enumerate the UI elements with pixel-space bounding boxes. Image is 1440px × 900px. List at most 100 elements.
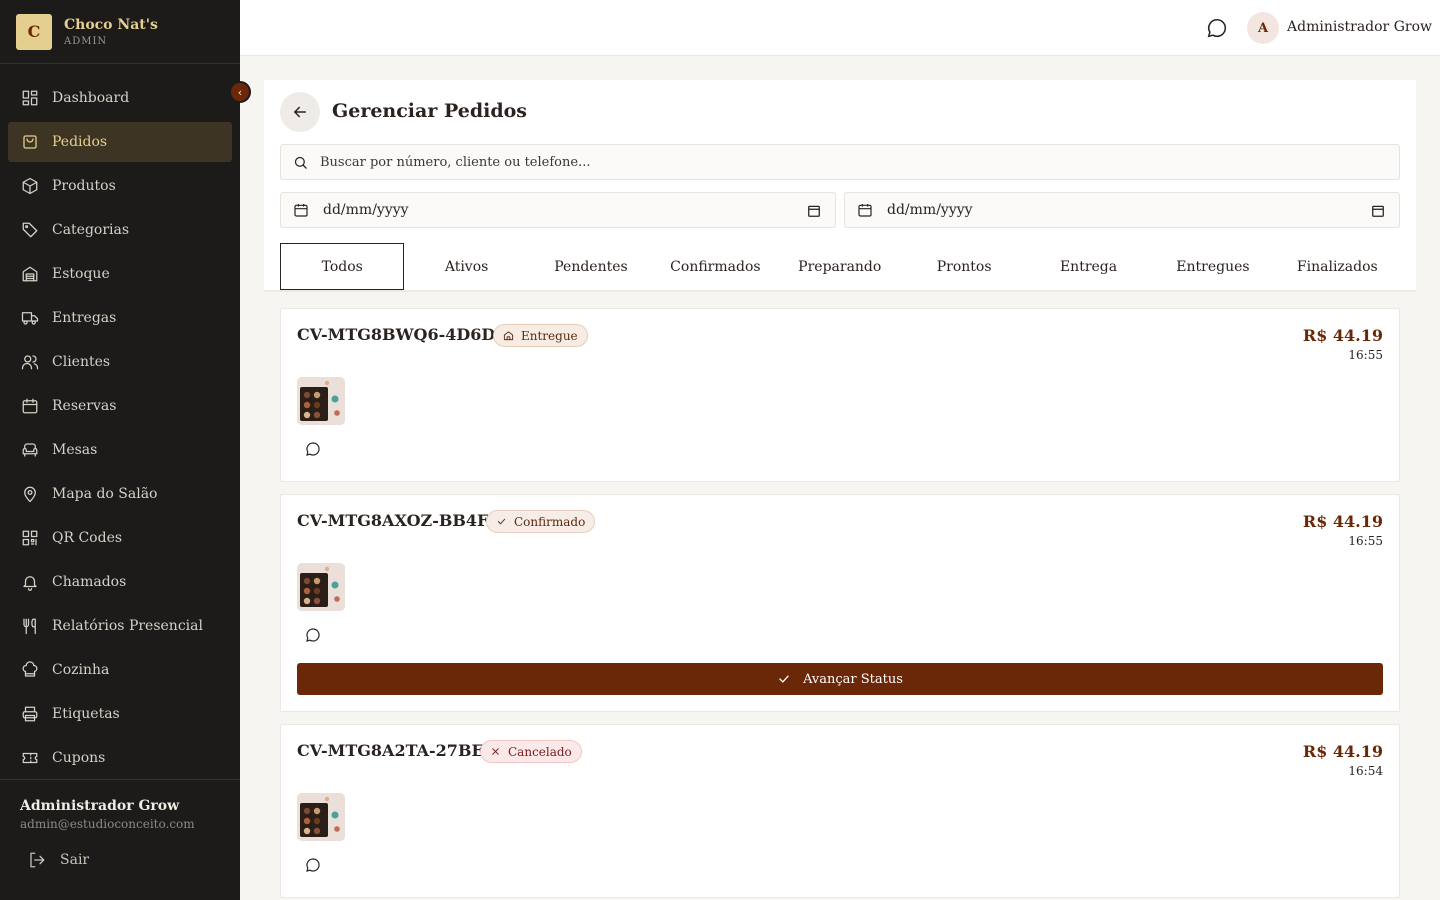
chat-icon[interactable] xyxy=(305,857,321,873)
chat-icon[interactable] xyxy=(305,627,321,643)
sidebar-item-mapa-do-salao[interactable]: Mapa do Salão xyxy=(8,474,232,514)
calendar-icon xyxy=(20,396,40,416)
sidebar-item-mesas[interactable]: Mesas xyxy=(8,430,232,470)
sidebar: C Choco Nat's ADMIN Dashboard Pedidos Pr… xyxy=(0,0,240,900)
order-time: 16:55 xyxy=(1348,348,1383,362)
truck-icon xyxy=(20,308,40,328)
sidebar-item-label: Categorias xyxy=(52,222,130,238)
sidebar-collapse-button[interactable]: ‹ xyxy=(229,81,251,103)
order-card[interactable]: CV-MTG8AXOZ-BB4F Confirmado R$ 44.19 16:… xyxy=(280,494,1400,712)
top-bar: A Administrador Grow xyxy=(240,0,1440,56)
check-icon xyxy=(497,518,506,525)
sidebar-item-qr-codes[interactable]: QR Codes xyxy=(8,518,232,558)
sidebar-nav: Dashboard Pedidos Produtos Categorias Es… xyxy=(8,78,232,782)
chat-icon[interactable] xyxy=(1206,17,1228,39)
logout-button[interactable]: Sair xyxy=(20,851,220,869)
product-thumbnail xyxy=(297,793,345,841)
sidebar-item-pedidos[interactable]: Pedidos xyxy=(8,122,232,162)
order-code: CV-MTG8A2TA-27BE xyxy=(297,741,484,760)
logout-label: Sair xyxy=(60,852,90,868)
brand-name: Choco Nat's xyxy=(64,16,158,33)
status-badge: Entregue xyxy=(493,324,588,347)
sidebar-item-label: Relatórios Presencial xyxy=(52,618,203,634)
sidebar-item-chamados[interactable]: Chamados xyxy=(8,562,232,602)
qr-code-icon xyxy=(20,528,40,548)
footer-user-email: admin@estudioconceito.com xyxy=(20,817,195,831)
calendar-picker-icon[interactable] xyxy=(807,204,821,218)
back-button[interactable] xyxy=(280,92,320,132)
check-icon xyxy=(779,675,789,683)
order-price: R$ 44.19 xyxy=(1302,742,1383,761)
utensils-icon xyxy=(20,616,40,636)
bell-icon xyxy=(20,572,40,592)
sidebar-item-categorias[interactable]: Categorias xyxy=(8,210,232,250)
sidebar-item-label: Entregas xyxy=(52,310,117,326)
brand[interactable]: C Choco Nat's ADMIN xyxy=(0,0,240,64)
sidebar-item-label: Clientes xyxy=(52,354,111,370)
search-icon xyxy=(294,156,307,169)
tab-ativos[interactable]: Ativos xyxy=(404,243,528,290)
sidebar-item-label: QR Codes xyxy=(52,530,123,546)
sidebar-item-label: Produtos xyxy=(52,178,116,194)
product-thumbnail xyxy=(297,377,345,425)
date-from-value: dd/mm/yyyy xyxy=(323,202,409,218)
page-title: Gerenciar Pedidos xyxy=(332,100,527,122)
sidebar-item-label: Cupons xyxy=(52,750,106,766)
printer-icon xyxy=(20,704,40,724)
order-code: CV-MTG8AXOZ-BB4F xyxy=(297,511,489,530)
sidebar-item-label: Dashboard xyxy=(52,90,130,106)
sidebar-item-entregas[interactable]: Entregas xyxy=(8,298,232,338)
footer-user-name: Administrador Grow xyxy=(20,798,180,814)
sidebar-item-label: Reservas xyxy=(52,398,117,414)
date-to-field[interactable]: dd/mm/yyyy xyxy=(844,192,1400,228)
tab-confirmados[interactable]: Confirmados xyxy=(653,243,777,290)
ticket-icon xyxy=(20,748,40,768)
sidebar-item-label: Mapa do Salão xyxy=(52,486,158,502)
calendar-icon xyxy=(857,202,873,218)
calendar-icon xyxy=(293,202,309,218)
tab-entregues[interactable]: Entregues xyxy=(1151,243,1275,290)
top-user-name[interactable]: Administrador Grow xyxy=(1287,19,1432,35)
date-from-field[interactable]: dd/mm/yyyy xyxy=(280,192,836,228)
users-icon xyxy=(20,352,40,372)
sidebar-item-estoque[interactable]: Estoque xyxy=(8,254,232,294)
order-time: 16:55 xyxy=(1348,534,1383,548)
calendar-picker-icon[interactable] xyxy=(1371,204,1385,218)
sidebar-item-label: Chamados xyxy=(52,574,127,590)
search-input[interactable] xyxy=(320,154,1320,170)
sidebar-item-etiquetas[interactable]: Etiquetas xyxy=(8,694,232,734)
avatar[interactable]: A xyxy=(1247,12,1279,44)
tab-preparando[interactable]: Preparando xyxy=(778,243,902,290)
sidebar-item-dashboard[interactable]: Dashboard xyxy=(8,78,232,118)
sidebar-item-cozinha[interactable]: Cozinha xyxy=(8,650,232,690)
sidebar-item-produtos[interactable]: Produtos xyxy=(8,166,232,206)
sofa-icon xyxy=(20,440,40,460)
chat-icon[interactable] xyxy=(305,441,321,457)
status-tabs: Todos Ativos Pendentes Confirmados Prepa… xyxy=(280,243,1400,290)
sidebar-item-cupons[interactable]: Cupons xyxy=(8,738,232,778)
x-icon xyxy=(492,748,499,755)
sidebar-item-label: Mesas xyxy=(52,442,98,458)
advance-status-button[interactable]: Avançar Status xyxy=(297,663,1383,695)
logout-icon xyxy=(30,852,45,868)
sidebar-item-label: Pedidos xyxy=(52,134,108,150)
sidebar-item-relatorios-presencial[interactable]: Relatórios Presencial xyxy=(8,606,232,646)
dashboard-icon xyxy=(20,88,40,108)
tab-pendentes[interactable]: Pendentes xyxy=(529,243,653,290)
tab-todos[interactable]: Todos xyxy=(280,243,405,290)
tab-entrega[interactable]: Entrega xyxy=(1026,243,1150,290)
sidebar-item-reservas[interactable]: Reservas xyxy=(8,386,232,426)
order-price: R$ 44.19 xyxy=(1302,512,1383,531)
tab-prontos[interactable]: Prontos xyxy=(902,243,1026,290)
tab-finalizados[interactable]: Finalizados xyxy=(1275,243,1399,290)
brand-subtitle: ADMIN xyxy=(64,35,108,47)
panel-divider xyxy=(264,290,1416,292)
search-box xyxy=(280,144,1400,180)
status-badge: Cancelado xyxy=(480,740,582,763)
warehouse-icon xyxy=(20,264,40,284)
shopping-bag-icon xyxy=(20,132,40,152)
status-badge: Confirmado xyxy=(486,510,596,533)
order-card[interactable]: CV-MTG8BWQ6-4D6D Entregue R$ 44.19 16:55 xyxy=(280,308,1400,482)
order-card[interactable]: CV-MTG8A2TA-27BE Cancelado R$ 44.19 16:5… xyxy=(280,724,1400,898)
sidebar-item-clientes[interactable]: Clientes xyxy=(8,342,232,382)
